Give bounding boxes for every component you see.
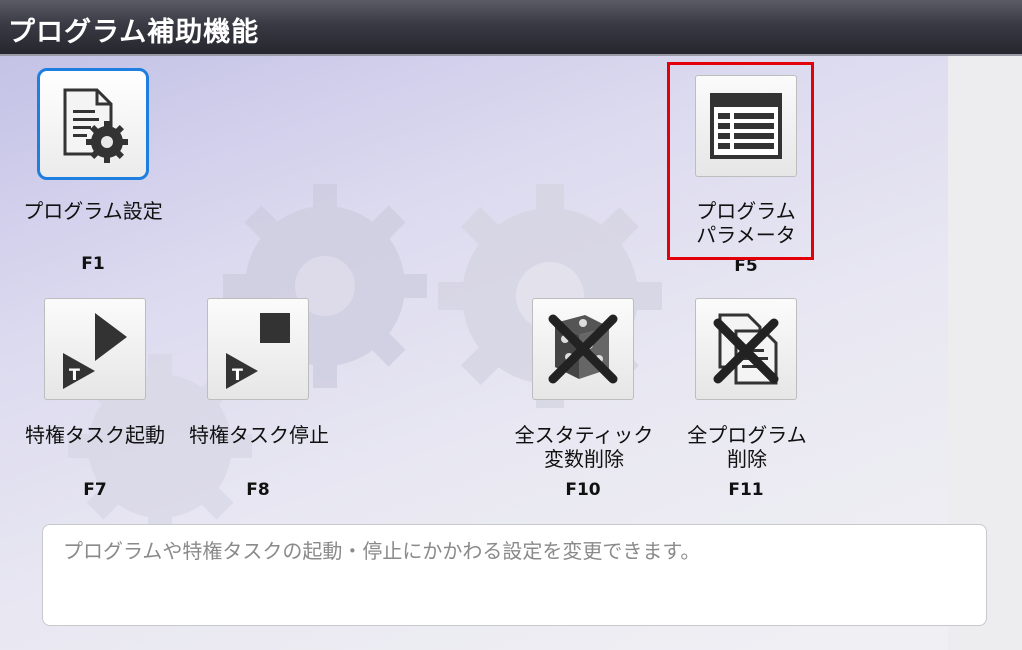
privileged-task-start-button[interactable]: T xyxy=(44,298,146,400)
description-box: プログラムや特権タスクの起動・停止にかかわる設定を変更できます。 xyxy=(42,524,987,626)
privileged-task-stop-key: F8 xyxy=(246,480,270,500)
description-text: プログラムや特権タスクの起動・停止にかかわる設定を変更できます。 xyxy=(63,539,701,563)
window-title: プログラム補助機能 xyxy=(8,17,260,48)
document-gear-icon xyxy=(63,88,128,163)
svg-text:T: T xyxy=(232,365,243,384)
title-bar: プログラム補助機能 xyxy=(0,0,1022,56)
task-play-icon: T xyxy=(63,313,127,389)
task-stop-icon: T xyxy=(226,313,290,389)
program-settings-key: F1 xyxy=(81,254,105,274)
delete-static-vars-icon xyxy=(548,314,618,384)
delete-all-static-vars-key: F10 xyxy=(565,480,601,500)
highlight-box xyxy=(667,62,814,260)
privileged-task-stop-button[interactable]: T xyxy=(207,298,309,400)
svg-text:T: T xyxy=(69,365,80,384)
delete-all-programs-label: 全プログラム 削除 xyxy=(687,423,807,471)
privileged-task-start-key: F7 xyxy=(83,480,107,500)
privileged-task-stop-label: 特権タスク停止 xyxy=(189,423,329,447)
delete-all-static-vars-button[interactable] xyxy=(532,298,634,400)
delete-all-static-vars-label: 全スタティック 変数削除 xyxy=(514,423,654,471)
program-settings-button[interactable] xyxy=(37,68,149,180)
delete-all-programs-key: F11 xyxy=(728,480,764,500)
delete-programs-icon xyxy=(713,313,779,385)
delete-all-programs-button[interactable] xyxy=(695,298,797,400)
program-settings-label: プログラム設定 xyxy=(23,199,163,223)
privileged-task-start-label: 特権タスク起動 xyxy=(25,423,165,447)
